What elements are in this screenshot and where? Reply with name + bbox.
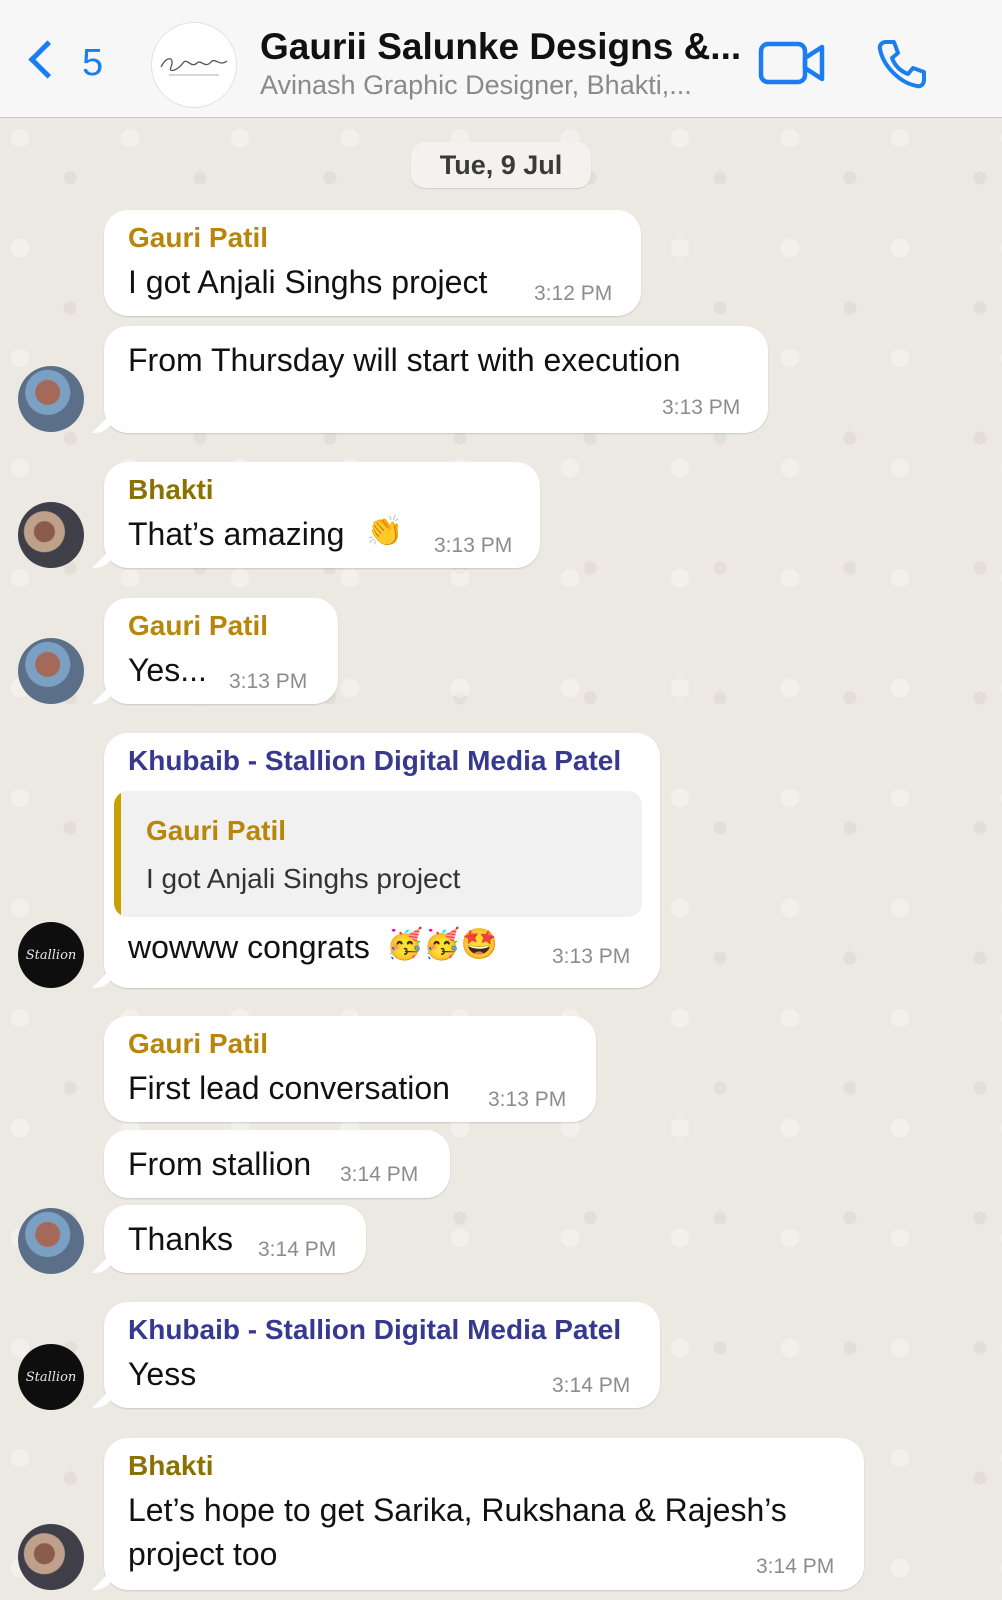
quoted-text: I got Anjali Singhs project	[146, 863, 461, 894]
video-camera-icon	[758, 41, 825, 85]
sender-name: Gauri Patil	[128, 610, 269, 641]
video-call-button[interactable]	[758, 38, 826, 88]
message-text: First lead conversation	[128, 1070, 450, 1106]
message-bubble[interactable]: Gauri Patil Yes... 3:13 PM	[104, 598, 338, 704]
message-time: 3:13 PM	[488, 1088, 567, 1111]
reply-message-bubble[interactable]: Khubaib - Stallion Digital Media Patel G…	[104, 733, 660, 988]
message-bubble[interactable]: Gauri Patil I got Anjali Singhs project …	[104, 210, 641, 316]
quote-accent-bar	[114, 791, 121, 917]
message-text: Thanks	[128, 1221, 233, 1257]
avatar-gauri-patil[interactable]	[18, 1208, 84, 1274]
group-avatar[interactable]	[151, 22, 237, 108]
avatar-bhakti[interactable]	[18, 1524, 84, 1590]
avatar-gauri-patil[interactable]	[18, 366, 84, 432]
avatar-bhakti[interactable]	[18, 502, 84, 568]
message-text: From stallion	[128, 1146, 312, 1182]
message-text: I got Anjali Singhs project	[128, 264, 488, 300]
message-text-line: project too	[128, 1536, 278, 1572]
chat-title[interactable]: Gaurii Salunke Designs &...	[260, 26, 740, 68]
quoted-message[interactable]: Gauri Patil I got Anjali Singhs project	[114, 791, 642, 917]
message-bubble[interactable]: Gauri Patil First lead conversation 3:13…	[104, 1016, 596, 1122]
message-text: That’s amazing	[128, 516, 345, 552]
message-time: 3:14 PM	[340, 1163, 419, 1186]
sender-name: Bhakti	[128, 1450, 214, 1481]
message-time: 3:13 PM	[229, 670, 308, 693]
phone-icon	[877, 40, 926, 89]
message-bubble[interactable]: Khubaib - Stallion Digital Media Patel Y…	[104, 1302, 660, 1408]
voice-call-button[interactable]	[874, 36, 930, 92]
message-text: From Thursday will start with execution	[128, 342, 681, 378]
message-bubble[interactable]: From Thursday will start with execution …	[104, 326, 768, 433]
back-button[interactable]: 5	[26, 38, 116, 90]
chat-header: 5 Gaurii Salunke Designs &... Avinash Gr…	[0, 0, 1002, 118]
message-text: wowww congrats	[128, 929, 370, 965]
message-text-line: Let’s hope to get Sarika, Rukshana & Raj…	[128, 1492, 787, 1528]
message-time: 3:14 PM	[258, 1238, 337, 1261]
message-bubble[interactable]: Bhakti Let’s hope to get Sarika, Rukshan…	[104, 1438, 864, 1590]
message-time: 3:14 PM	[552, 1374, 631, 1397]
date-separator: Tue, 9 Jul	[411, 142, 591, 188]
sender-name: Gauri Patil	[128, 222, 269, 253]
avatar-stallion[interactable]: Stallion	[18, 1344, 84, 1410]
chevron-left-icon	[28, 40, 67, 79]
message-time: 3:13 PM	[552, 945, 631, 968]
group-logo	[160, 58, 228, 76]
clapping-emoji: 👏	[366, 514, 404, 549]
message-time: 3:13 PM	[662, 396, 741, 419]
unread-count: 5	[82, 42, 104, 84]
message-time: 3:12 PM	[534, 282, 613, 305]
message-bubble[interactable]: Bhakti That’s amazing 👏 3:13 PM	[104, 462, 540, 568]
message-text: Yess	[128, 1356, 197, 1392]
avatar-gauri-patil[interactable]	[18, 638, 84, 704]
message-bubble[interactable]: Thanks 3:14 PM	[104, 1205, 366, 1273]
message-time: 3:13 PM	[434, 534, 513, 557]
sender-name: Khubaib - Stallion Digital Media Patel	[128, 745, 622, 776]
message-time: 3:14 PM	[756, 1555, 835, 1578]
chat-subtitle[interactable]: Avinash Graphic Designer, Bhakti,...	[260, 70, 730, 101]
message-bubble[interactable]: From stallion 3:14 PM	[104, 1130, 450, 1198]
quoted-sender: Gauri Patil	[146, 815, 287, 846]
sender-name: Khubaib - Stallion Digital Media Patel	[128, 1314, 622, 1345]
message-text: Yes...	[128, 652, 207, 688]
avatar-stallion[interactable]: Stallion	[18, 922, 84, 988]
sender-name: Bhakti	[128, 474, 214, 505]
sender-name: Gauri Patil	[128, 1028, 269, 1059]
party-emoji: 🥳🥳🤩	[386, 927, 499, 962]
